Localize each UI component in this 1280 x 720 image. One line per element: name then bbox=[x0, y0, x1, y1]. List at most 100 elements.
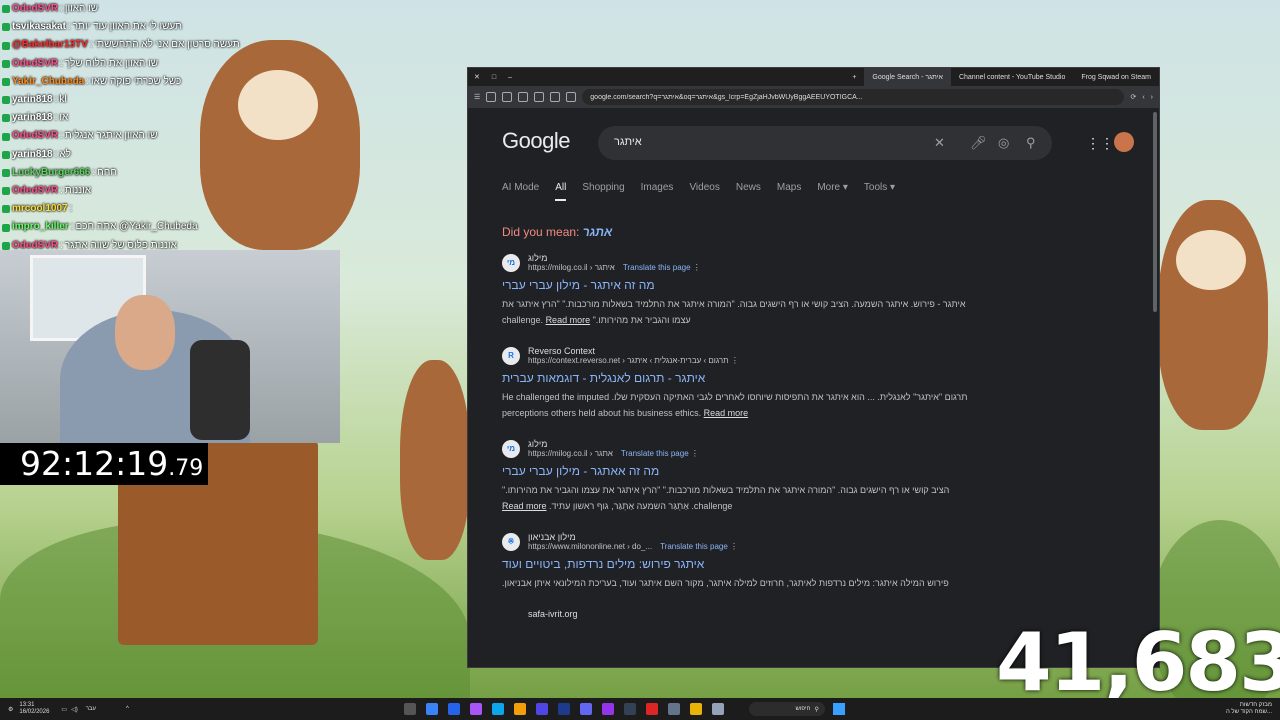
moderator-badge-icon bbox=[2, 132, 10, 141]
more-options-icon[interactable]: ⋮ bbox=[730, 542, 738, 551]
scrollbar[interactable] bbox=[1153, 112, 1157, 312]
chat-username[interactable]: tsvikasakat bbox=[12, 18, 66, 36]
site-name: מילוג bbox=[528, 253, 548, 263]
news-widget[interactable]: מבזק חדשות שמח הקוד של ה... bbox=[1226, 702, 1272, 716]
search-nav-tab[interactable]: More ▾ bbox=[817, 182, 848, 201]
more-options-icon[interactable]: ⋮ bbox=[731, 356, 739, 365]
taskbar-app-icon[interactable] bbox=[623, 703, 636, 715]
result-title-link[interactable]: מה זה אאתגר - מילון עברי עברי bbox=[502, 464, 972, 478]
taskbar-app-icon[interactable] bbox=[601, 703, 614, 715]
forward-icon[interactable]: › bbox=[1151, 94, 1153, 101]
maximize-icon[interactable]: □ bbox=[492, 74, 496, 81]
result-title-link[interactable]: מה זה איתגר - מילון עברי עברי bbox=[502, 278, 972, 292]
chat-username[interactable]: mrcool1007 bbox=[12, 200, 68, 218]
extension-icon[interactable] bbox=[566, 92, 577, 102]
result-title-link[interactable]: איתגר - תרגום לאנגלית - דוגמאות עברית bbox=[502, 371, 972, 385]
clear-icon[interactable]: ✕ bbox=[934, 135, 945, 151]
network-icon[interactable]: ▭ bbox=[61, 706, 67, 713]
extension-icon[interactable] bbox=[534, 92, 545, 102]
search-nav-tab[interactable]: Shopping bbox=[582, 182, 624, 201]
chat-username[interactable]: yarin818 bbox=[12, 91, 53, 109]
taskbar-app-icon[interactable] bbox=[689, 703, 702, 715]
start-icon[interactable] bbox=[832, 703, 845, 715]
taskbar-app-icon[interactable] bbox=[469, 703, 482, 715]
chat-username[interactable]: LuckyBurger666 bbox=[12, 164, 90, 182]
chat-username[interactable]: yarin818 bbox=[12, 109, 53, 127]
chat-text: שו האוון את הלוח שלך bbox=[64, 57, 159, 69]
google-logo[interactable]: Google bbox=[502, 128, 570, 154]
result-source[interactable]: ※ מילון אבניאון https://www.milononline.ne… bbox=[502, 532, 972, 551]
taskbar-app-icon[interactable] bbox=[535, 703, 548, 715]
site-favicon: ※ bbox=[502, 532, 520, 551]
taskbar-app-icon[interactable] bbox=[425, 703, 438, 715]
browser-tab[interactable]: Channel content - YouTube Studio bbox=[951, 68, 1073, 86]
chat-username[interactable]: OdedSVR bbox=[12, 127, 58, 145]
taskbar-app-icon[interactable] bbox=[491, 703, 504, 715]
close-window-icon[interactable]: ✕ bbox=[474, 73, 480, 81]
settings-icon[interactable]: ⚙ bbox=[8, 706, 13, 713]
reload-icon[interactable]: ⟳ bbox=[1130, 93, 1136, 101]
more-options-icon[interactable]: ⋮ bbox=[691, 449, 699, 458]
search-nav-tab[interactable]: Maps bbox=[777, 182, 801, 201]
lens-icon[interactable]: ◎ bbox=[998, 135, 1009, 151]
chat-message: LuckyBurger666 : חחח bbox=[0, 164, 340, 182]
chat-username[interactable]: yarin818 bbox=[12, 146, 53, 164]
chat-username[interactable]: OdedSVR bbox=[12, 182, 58, 200]
chat-text: אוננות bbox=[64, 185, 92, 197]
search-nav-tab[interactable]: Images bbox=[641, 182, 674, 201]
taskbar-app-icon[interactable] bbox=[579, 703, 592, 715]
did-you-mean-link[interactable]: אתגר bbox=[583, 225, 612, 239]
search-nav-tab[interactable]: Tools ▾ bbox=[864, 182, 895, 201]
new-tab-icon[interactable]: + bbox=[852, 74, 856, 81]
extension-icon[interactable] bbox=[550, 92, 561, 102]
chat-username[interactable]: @Bakelbar13TV bbox=[12, 36, 88, 54]
menu-icon[interactable]: ☰ bbox=[474, 93, 480, 101]
extension-icon[interactable] bbox=[518, 92, 529, 102]
translate-link[interactable]: Translate this page bbox=[660, 542, 728, 551]
search-icon[interactable]: ⚲ bbox=[1026, 135, 1036, 151]
taskbar-app-icon[interactable] bbox=[711, 703, 724, 715]
result-title-link[interactable]: איתגר פירוש: מילים נרדפות, ביטויים ועוד bbox=[502, 557, 972, 571]
taskbar-app-icon[interactable] bbox=[403, 703, 416, 715]
chat-username[interactable]: OdedSVR bbox=[12, 0, 58, 18]
read-more-link[interactable]: Read more bbox=[704, 408, 749, 418]
taskbar-app-icon[interactable] bbox=[667, 703, 680, 715]
mic-icon[interactable]: 🎤︎ bbox=[970, 135, 987, 151]
taskbar-search[interactable]: חיפוש ⚲ bbox=[748, 702, 825, 716]
moderator-badge-icon bbox=[2, 5, 10, 14]
address-bar[interactable]: google.com/search?q=איתגר&oq=איתגר&gs_lc… bbox=[582, 89, 1125, 105]
taskbar-app-icon[interactable] bbox=[557, 703, 570, 715]
translate-link[interactable]: Translate this page bbox=[623, 263, 691, 272]
extension-icon[interactable] bbox=[486, 92, 497, 102]
taskbar-app-icon[interactable] bbox=[645, 703, 658, 715]
chevron-up-icon[interactable]: ^ bbox=[126, 706, 129, 712]
taskbar-app-icon[interactable] bbox=[447, 703, 460, 715]
avatar[interactable] bbox=[1114, 132, 1134, 152]
search-box[interactable]: איתגר ✕ 🎤︎ ◎ ⚲ bbox=[598, 126, 1052, 160]
translate-link[interactable]: Translate this page bbox=[621, 449, 689, 458]
news-subtitle: שמח הקוד של ה... bbox=[1225, 709, 1272, 715]
search-nav-tab[interactable]: All bbox=[555, 182, 567, 201]
back-icon[interactable]: ‹ bbox=[1142, 94, 1144, 101]
read-more-link[interactable]: Read more bbox=[502, 501, 547, 511]
language-indicator[interactable]: עבר bbox=[86, 706, 96, 712]
chat-username[interactable]: OdedSVR bbox=[12, 55, 58, 73]
read-more-link[interactable]: Read more bbox=[546, 315, 591, 325]
result-url: https://milog.co.il › אתגר Translate this… bbox=[528, 449, 699, 458]
search-nav-tab[interactable]: AI Mode bbox=[502, 182, 539, 201]
minimize-icon[interactable]: – bbox=[508, 74, 512, 81]
chat-username[interactable]: Yakir_Chubeda bbox=[12, 73, 84, 91]
result-source[interactable]: מי מילוג https://milog.co.il › אתגר Transla… bbox=[502, 439, 972, 458]
volume-icon[interactable]: ◁) bbox=[71, 706, 78, 713]
chat-username[interactable]: impro_killer bbox=[12, 218, 69, 236]
extension-icon[interactable] bbox=[502, 92, 513, 102]
result-source[interactable]: R Reverso Context https://context.reverso.… bbox=[502, 346, 972, 365]
search-nav-tab[interactable]: News bbox=[736, 182, 761, 201]
search-nav-tab[interactable]: Videos bbox=[689, 182, 719, 201]
browser-tab[interactable]: Google Search - איתגר bbox=[864, 68, 951, 86]
apps-grid-icon[interactable]: ⋮⋮ bbox=[1086, 135, 1114, 152]
taskbar-app-icon[interactable] bbox=[513, 703, 526, 715]
result-source[interactable]: מי מילוג https://milog.co.il › איתגר Transl… bbox=[502, 253, 972, 272]
more-options-icon[interactable]: ⋮ bbox=[693, 263, 701, 272]
browser-tab[interactable]: Frog Sqwad on Steam bbox=[1073, 68, 1159, 86]
